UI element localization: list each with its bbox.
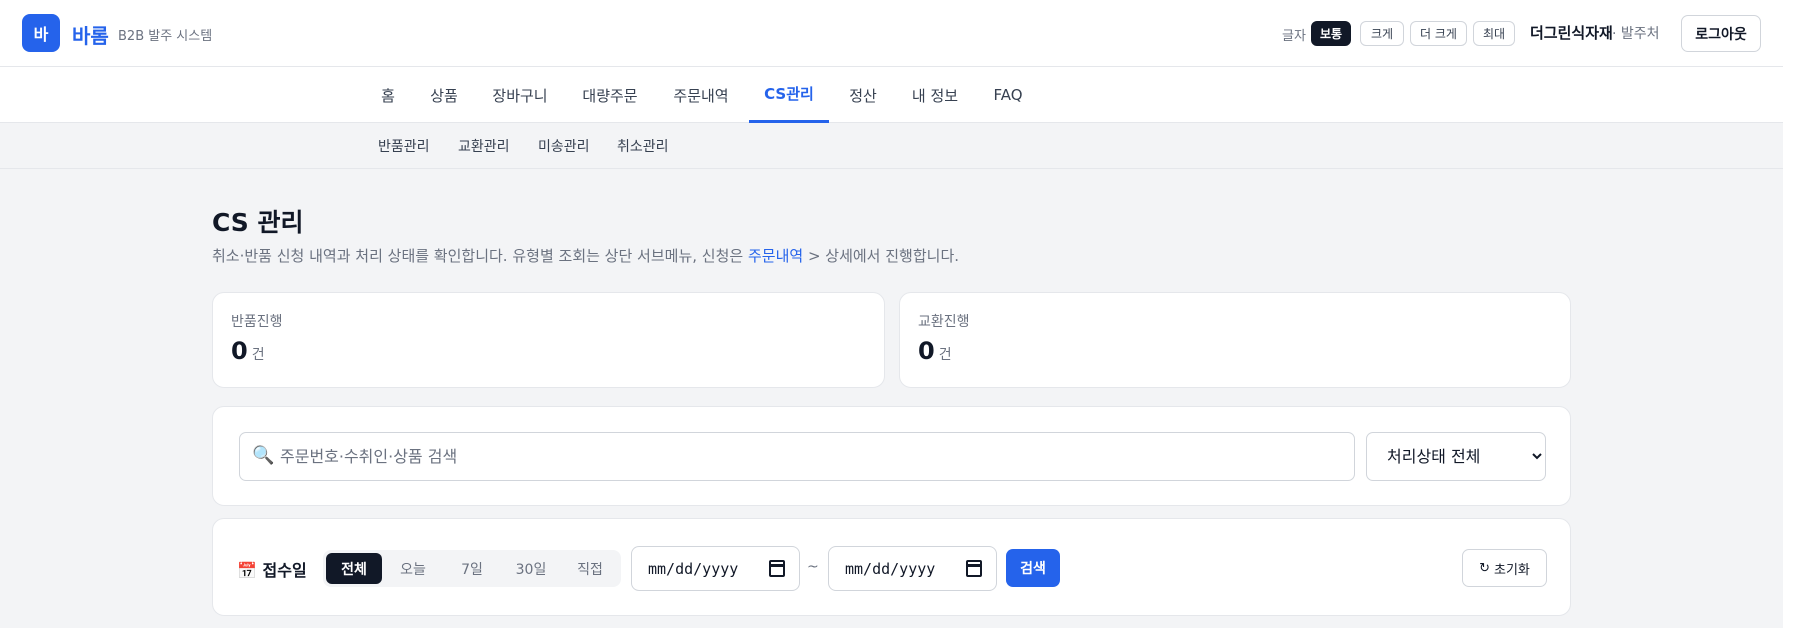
window-edge [1783,0,1800,628]
range-7days-button[interactable]: 7일 [444,553,500,584]
sub-nav: 반품관리 교환관리 미송관리 취소관리 [0,123,1783,169]
company-role: · 발주처 [1612,26,1660,42]
stat-label: 교환진행 [918,314,970,330]
search-button[interactable]: 검색 [1006,549,1060,587]
calendar-picker-icon[interactable] [966,560,982,577]
date-from-placeholder: mm/dd/yyyy [648,559,739,578]
font-size-max-button[interactable]: 최대 [1473,21,1515,46]
range-custom-button[interactable]: 직접 [562,553,618,584]
date-range-toggle: 전체 오늘 7일 30일 직접 [323,550,621,587]
nav-item-my-info[interactable]: 내 정보 [904,67,966,123]
search-input[interactable] [280,433,1340,480]
description-text: 취소·반품 신청 내역과 처리 상태를 확인합니다. 유형별 조회는 상단 서브… [212,247,748,265]
font-size-normal-button[interactable]: 보통 [1311,21,1351,46]
reset-label: 초기화 [1494,562,1530,578]
nav-item-home[interactable]: 홈 [370,67,406,123]
refresh-icon: ↻ [1479,560,1490,576]
stat-value: 0건 [231,337,265,365]
date-from-input[interactable]: mm/dd/yyyy [631,546,800,591]
nav-item-settlement[interactable]: 정산 [842,67,884,123]
search-card: 🔍 처리상태 전체 [212,406,1571,506]
date-filter-card: 📅 접수일 전체 오늘 7일 30일 직접 mm/dd/yyyy ~ mm/dd… [212,518,1571,616]
range-today-button[interactable]: 오늘 [385,553,441,584]
search-icon: 🔍 [252,445,275,466]
font-size-label: 글자 [1282,29,1306,44]
date-filter-label: 📅 접수일 [237,557,307,581]
nav-item-products[interactable]: 상품 [422,67,466,123]
page-title: CS 관리 [212,208,304,237]
range-30days-button[interactable]: 30일 [503,553,559,584]
font-size-large-button[interactable]: 크게 [1360,21,1404,46]
subnav-item-cancels[interactable]: 취소관리 [617,136,669,156]
subnav-item-exchanges[interactable]: 교환관리 [458,136,510,156]
search-box[interactable]: 🔍 [239,432,1355,481]
status-filter-select[interactable]: 처리상태 전체 [1366,432,1546,481]
nav-item-order-history[interactable]: 주문내역 [664,67,738,123]
main-nav: 홈 상품 장바구니 대량주문 주문내역 CS관리 정산 내 정보 FAQ [0,67,1783,123]
stat-number: 0 [918,337,935,365]
brand-name[interactable]: 바롬 [72,20,109,49]
received-date-label: 접수일 [262,561,307,580]
calendar-picker-icon[interactable] [769,560,785,577]
date-to-placeholder: mm/dd/yyyy [845,559,936,578]
stat-value: 0건 [918,337,952,365]
font-size-larger-button[interactable]: 더 크게 [1410,21,1467,46]
date-range-separator: ~ [807,559,819,575]
brand-subtitle: B2B 발주 시스템 [118,29,213,44]
stat-card-returns: 반품진행 0건 [212,292,885,388]
logo-badge[interactable]: 바 [22,14,60,52]
page-description: 취소·반품 신청 내역과 처리 상태를 확인합니다. 유형별 조회는 상단 서브… [212,245,959,266]
stat-label: 반품진행 [231,314,283,330]
logout-button[interactable]: 로그아웃 [1681,15,1761,52]
nav-item-bulk-order[interactable]: 대량주문 [574,67,646,123]
date-to-input[interactable]: mm/dd/yyyy [828,546,997,591]
stat-number: 0 [231,337,248,365]
company-name: 더그린식자재 [1530,24,1613,42]
reset-button[interactable]: ↻ 초기화 [1462,549,1547,587]
subnav-item-unshipped[interactable]: 미송관리 [538,136,590,156]
nav-item-faq[interactable]: FAQ [984,67,1032,123]
description-text-tail: > 상세에서 진행합니다. [803,247,960,265]
range-all-button[interactable]: 전체 [326,553,382,584]
top-header: 바 바롬 B2B 발주 시스템 글자 보통 크게 더 크게 최대 더그린식자재 … [0,0,1783,67]
nav-item-cs[interactable]: CS관리 [749,67,829,123]
subnav-item-returns[interactable]: 반품관리 [378,136,430,156]
stat-unit: 건 [938,347,952,363]
stat-card-exchanges: 교환진행 0건 [899,292,1571,388]
nav-item-cart[interactable]: 장바구니 [484,67,556,123]
calendar-icon: 📅 [237,561,257,580]
stat-unit: 건 [251,347,265,363]
order-history-link[interactable]: 주문내역 [748,247,803,265]
